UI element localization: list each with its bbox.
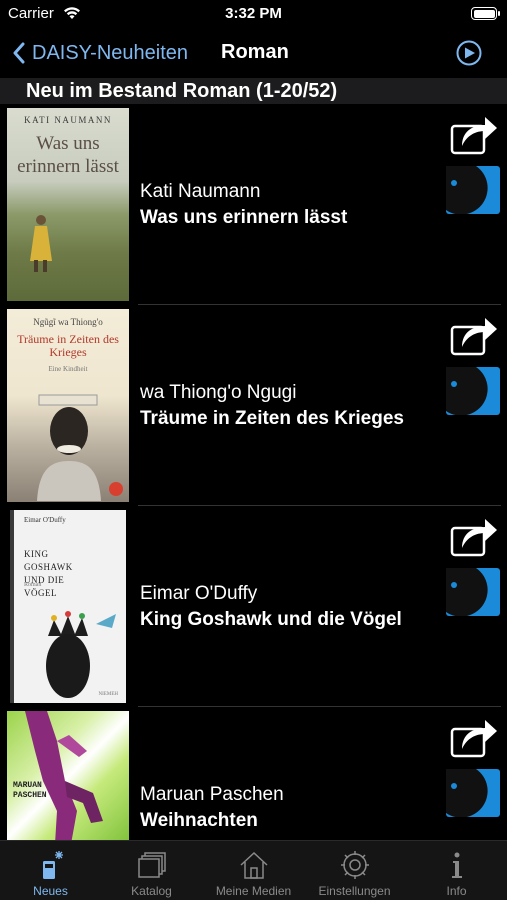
book-title: Träume in Zeiten des Krieges xyxy=(140,408,404,429)
tab-einstellungen[interactable]: Einstellungen xyxy=(304,841,405,900)
media-download-button[interactable] xyxy=(446,568,500,617)
disc-icon xyxy=(446,769,488,818)
media-download-button[interactable] xyxy=(446,166,500,215)
cover-author: Ngũgĩ wa Thiong'o xyxy=(33,317,103,327)
disc-icon xyxy=(446,367,488,416)
book-author: Eimar O'Duffy xyxy=(140,583,258,604)
list-item[interactable]: Ngũgĩ wa Thiong'o Träume in Zeiten des K… xyxy=(0,305,507,506)
cover-subtitle: Roman xyxy=(24,582,42,588)
catalog-icon xyxy=(137,852,166,878)
book-title: Was uns erinnern lässt xyxy=(140,207,348,228)
new-items-icon xyxy=(42,851,63,879)
cover-dancer-image xyxy=(25,711,103,844)
chevron-left-icon xyxy=(13,42,25,64)
disc-icon xyxy=(446,568,488,617)
tab-label: Info xyxy=(446,884,467,898)
tab-label: Neues xyxy=(33,884,68,898)
status-time: 3:32 PM xyxy=(225,5,282,22)
book-author: Kati Naumann xyxy=(140,181,261,202)
cover-author: MARUAN PASCHEN xyxy=(13,781,47,800)
cover-title: Träume in Zeiten des Krieges xyxy=(17,332,119,359)
book-cover: Ngũgĩ wa Thiong'o Träume in Zeiten des K… xyxy=(7,309,129,502)
book-cover: KATI NAUMANN Was uns erinnern lässt xyxy=(7,108,129,301)
tab-label: Meine Medien xyxy=(215,884,292,898)
cover-subtitle: Eine Kindheit xyxy=(48,365,88,373)
book-author: wa Thiong'o Ngugi xyxy=(140,382,297,403)
book-cover: Eimar O'Duffy KING GOSHAWK UND DIE VÖGEL… xyxy=(10,510,126,703)
back-button[interactable]: DAISY-Neuheiten xyxy=(12,39,188,67)
play-icon[interactable] xyxy=(455,39,483,67)
media-download-button[interactable] xyxy=(446,367,500,416)
tab-neues[interactable]: Neues xyxy=(0,841,101,900)
cover-child-image xyxy=(37,394,101,501)
book-cover: MARUAN PASCHEN xyxy=(7,711,129,844)
tab-label: Einstellungen xyxy=(318,884,391,898)
cover-author: Eimar O'Duffy xyxy=(24,516,66,524)
cover-title: KING GOSHAWK UND DIE VÖGEL xyxy=(24,549,73,598)
disc-icon xyxy=(446,166,488,215)
book-title: King Goshawk und die Vögel xyxy=(140,609,402,630)
gear-icon xyxy=(340,851,369,879)
battery-icon xyxy=(471,7,500,20)
publisher-badge xyxy=(109,482,123,496)
page-title: Roman xyxy=(221,41,289,63)
tab-info[interactable]: Info xyxy=(406,841,507,900)
book-author: Maruan Paschen xyxy=(140,784,284,805)
tab-bar: Neues Katalog Meine Medien Einstellungen… xyxy=(0,840,507,900)
cover-title: Was uns erinnern lässt xyxy=(17,133,119,177)
tab-katalog[interactable]: Katalog xyxy=(101,841,202,900)
tab-meine-medien[interactable]: Meine Medien xyxy=(203,841,304,900)
status-bar: Carrier 3:32 PM xyxy=(0,0,507,30)
cover-figure-image xyxy=(30,215,52,272)
tab-label: Katalog xyxy=(131,884,172,898)
section-header: Neu im Bestand Roman (1-20/52) xyxy=(0,78,507,104)
section-header-label: Neu im Bestand Roman (1-20/52) xyxy=(26,80,338,102)
media-download-button[interactable] xyxy=(446,769,500,818)
share-icon[interactable] xyxy=(449,515,499,557)
share-icon[interactable] xyxy=(449,716,499,758)
cover-author: KATI NAUMANN xyxy=(24,115,112,125)
navigation-bar: DAISY-Neuheiten Roman xyxy=(0,30,507,76)
cover-publisher: NIEMEH xyxy=(98,692,118,697)
info-icon xyxy=(451,852,462,878)
list-item[interactable]: Eimar O'Duffy KING GOSHAWK UND DIE VÖGEL… xyxy=(0,506,507,707)
back-button-label: DAISY-Neuheiten xyxy=(32,41,189,64)
list-item[interactable]: KATI NAUMANN Was uns erinnern lässt Kati… xyxy=(0,104,507,305)
cover-king-image xyxy=(46,611,116,698)
book-title: Weihnachten xyxy=(140,810,258,831)
share-icon[interactable] xyxy=(449,113,499,155)
share-icon[interactable] xyxy=(449,314,499,356)
home-icon xyxy=(239,851,268,879)
